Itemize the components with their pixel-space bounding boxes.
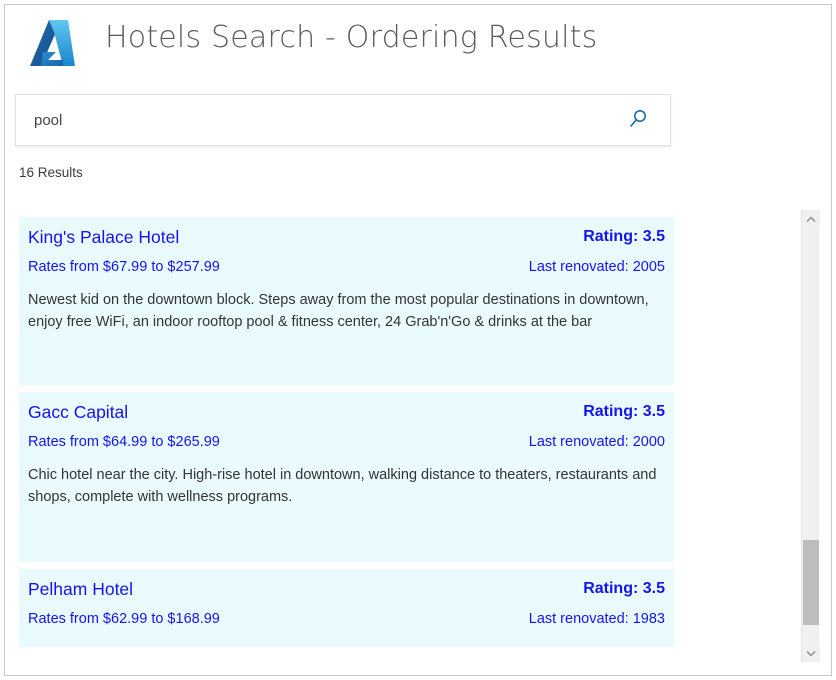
hotel-rates: Rates from $67.99 to $257.99	[28, 255, 346, 279]
search-bar	[15, 94, 671, 146]
hotel-renovated: Last renovated: 2005	[350, 255, 665, 279]
chevron-up-icon[interactable]	[802, 210, 820, 228]
hotel-rating: Rating: 3.5	[350, 577, 665, 601]
azure-logo-icon	[23, 14, 83, 74]
result-card-right: Rating: 3.5 Last renovated: 1983	[350, 569, 674, 637]
result-card-right: Rating: 3.5 Last renovated: 2000	[350, 392, 674, 460]
hotel-rates: Rates from $64.99 to $265.99	[28, 430, 346, 454]
app-window: Hotels Search - Ordering Results 16 Resu…	[4, 4, 832, 676]
search-input[interactable]	[16, 95, 616, 145]
result-card-right: Rating: 3.5 Last renovated: 2005	[350, 217, 674, 285]
page-title: Hotels Search - Ordering Results	[105, 20, 597, 55]
results-scrollbar[interactable]	[801, 210, 819, 662]
results-count: 16 Results	[19, 165, 83, 180]
chevron-down-icon[interactable]	[802, 644, 820, 662]
hotel-description: Chic hotel near the city. High-rise hote…	[19, 460, 674, 508]
result-card-left: Gacc Capital Rates from $64.99 to $265.9…	[19, 392, 346, 460]
scroll-thumb[interactable]	[803, 540, 819, 625]
hotel-rates: Rates from $62.99 to $168.99	[28, 607, 346, 631]
search-icon	[627, 108, 649, 133]
hotel-name[interactable]: Gacc Capital	[28, 400, 346, 424]
hotel-renovated: Last renovated: 2000	[350, 430, 665, 454]
results-list: King's Palace Hotel Rates from $67.99 to…	[6, 210, 796, 647]
result-card-left: Pelham Hotel Rates from $62.99 to $168.9…	[19, 569, 346, 637]
search-button[interactable]	[616, 95, 660, 145]
result-card[interactable]: King's Palace Hotel Rates from $67.99 to…	[19, 217, 674, 385]
hotel-description: Newest kid on the downtown block. Steps …	[19, 285, 674, 333]
hotel-rating: Rating: 3.5	[350, 225, 665, 249]
result-card-left: King's Palace Hotel Rates from $67.99 to…	[19, 217, 346, 285]
result-card-header: King's Palace Hotel Rates from $67.99 to…	[19, 217, 674, 285]
result-card[interactable]: Gacc Capital Rates from $64.99 to $265.9…	[19, 392, 674, 562]
hotel-name[interactable]: Pelham Hotel	[28, 577, 346, 601]
hotel-name[interactable]: King's Palace Hotel	[28, 225, 346, 249]
results-scroll-region: King's Palace Hotel Rates from $67.99 to…	[6, 210, 818, 662]
result-card[interactable]: Pelham Hotel Rates from $62.99 to $168.9…	[19, 569, 674, 647]
page-header: Hotels Search - Ordering Results	[5, 5, 831, 83]
hotel-renovated: Last renovated: 1983	[350, 607, 665, 631]
hotel-rating: Rating: 3.5	[350, 400, 665, 424]
result-card-header: Gacc Capital Rates from $64.99 to $265.9…	[19, 392, 674, 460]
result-card-header: Pelham Hotel Rates from $62.99 to $168.9…	[19, 569, 674, 637]
